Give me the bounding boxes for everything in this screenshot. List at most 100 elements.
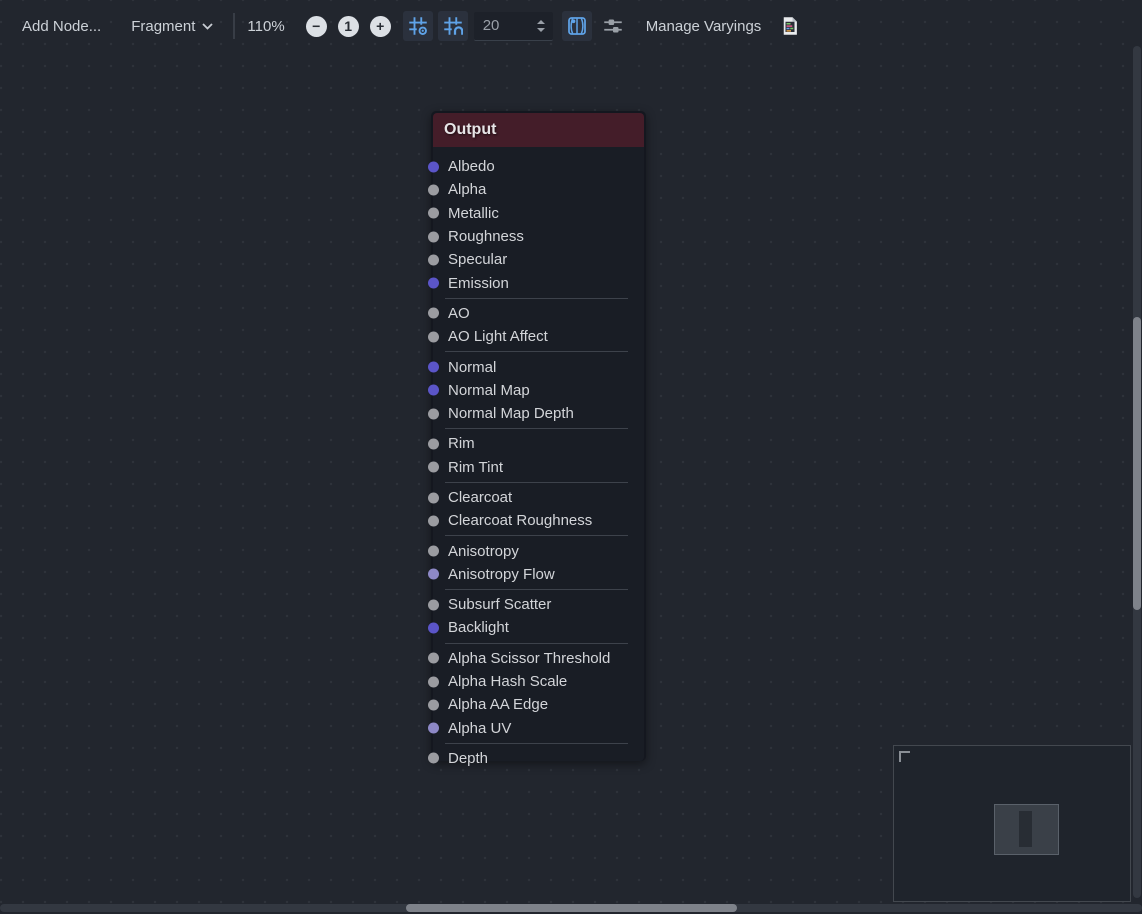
horizontal-scrollbar-thumb[interactable] [406, 904, 737, 912]
port-dot-normal-map[interactable] [428, 385, 439, 396]
port-label: Specular [448, 251, 507, 268]
port-dot-clearcoat-roughness[interactable] [428, 515, 439, 526]
minimap-node-rect [1019, 811, 1032, 847]
port-label: Depth [448, 750, 488, 767]
snap-grid-button[interactable] [438, 11, 468, 41]
horizontal-scrollbar[interactable] [0, 904, 1142, 912]
port-group-separator [445, 643, 628, 644]
port-dot-alpha-uv[interactable] [428, 723, 439, 734]
port-dot-normal-map-depth[interactable] [428, 408, 439, 419]
output-port-row: Metallic [433, 202, 644, 225]
arrange-nodes-icon [603, 16, 623, 36]
port-dot-anisotropy-flow[interactable] [428, 569, 439, 580]
port-dot-alpha[interactable] [428, 184, 439, 195]
port-label: AO Light Affect [448, 328, 548, 345]
grid-settings-button[interactable] [403, 11, 433, 41]
port-label: Clearcoat [448, 489, 512, 506]
zoom-level-label: 110% [247, 18, 284, 35]
output-port-row: Alpha AA Edge [433, 693, 644, 716]
output-node[interactable]: Output Albedo Alpha Metallic Roughness Specu… [431, 111, 646, 761]
port-label: Alpha Hash Scale [448, 673, 567, 690]
port-label: Clearcoat Roughness [448, 512, 592, 529]
node-title: Output [433, 121, 496, 139]
preview-sphere-icon [567, 16, 587, 36]
add-node-button[interactable]: Add Node... [14, 12, 109, 41]
zoom-reset-icon[interactable]: 1 [338, 16, 359, 37]
output-port-row: Backlight [433, 616, 644, 639]
output-port-row: Alpha [433, 178, 644, 201]
port-dot-clearcoat[interactable] [428, 492, 439, 503]
port-dot-specular[interactable] [428, 254, 439, 265]
port-label: Normal [448, 359, 496, 376]
port-dot-ao[interactable] [428, 308, 439, 319]
port-dot-ao-light-affect[interactable] [428, 331, 439, 342]
port-dot-depth[interactable] [428, 753, 439, 764]
output-port-row: Normal Map [433, 379, 644, 402]
spinner-icon[interactable] [535, 18, 547, 34]
port-label: Alpha AA Edge [448, 696, 548, 713]
output-port-row: AO Light Affect [433, 325, 644, 348]
shader-file-button[interactable] [775, 11, 805, 41]
port-label: Rim Tint [448, 459, 503, 476]
port-label: Metallic [448, 205, 499, 222]
minimap-resizer-icon[interactable] [899, 751, 910, 762]
port-label: Backlight [448, 619, 509, 636]
output-node-header[interactable]: Output [433, 113, 644, 147]
port-label: Albedo [448, 158, 495, 175]
port-dot-emission[interactable] [428, 278, 439, 289]
output-port-row: AO [433, 302, 644, 325]
port-label: Subsurf Scatter [448, 596, 551, 613]
shader-stage-dropdown[interactable]: Fragment [123, 12, 221, 41]
port-dot-backlight[interactable] [428, 622, 439, 633]
port-dot-alpha-hash-scale[interactable] [428, 676, 439, 687]
port-label: Roughness [448, 228, 524, 245]
vertical-scrollbar[interactable] [1133, 46, 1141, 898]
graph-minimap[interactable] [893, 745, 1131, 902]
port-group-separator [445, 428, 628, 429]
port-label: Normal Map [448, 382, 530, 399]
port-dot-anisotropy[interactable] [428, 546, 439, 557]
output-port-row: Rim Tint [433, 456, 644, 479]
output-port-row: Anisotropy Flow [433, 563, 644, 586]
port-label: Alpha Scissor Threshold [448, 650, 610, 667]
output-port-row: Normal Map Depth [433, 402, 644, 425]
port-dot-metallic[interactable] [428, 208, 439, 219]
port-label: Rim [448, 435, 475, 452]
zoom-out-icon[interactable]: − [306, 16, 327, 37]
preview-sphere-button[interactable] [562, 11, 592, 41]
output-port-row: Anisotropy [433, 539, 644, 562]
port-label: Alpha [448, 181, 486, 198]
output-port-row: Alpha UV [433, 717, 644, 740]
port-dot-rim-tint[interactable] [428, 462, 439, 473]
port-dot-subsurf-scatter[interactable] [428, 599, 439, 610]
port-dot-alpha-scissor-threshold[interactable] [428, 653, 439, 664]
port-label: Emission [448, 275, 509, 292]
snap-distance-value: 20 [483, 17, 500, 34]
port-dot-albedo[interactable] [428, 161, 439, 172]
port-group-separator [445, 351, 628, 352]
port-dot-alpha-aa-edge[interactable] [428, 699, 439, 710]
port-label: Alpha UV [448, 720, 511, 737]
port-label: Normal Map Depth [448, 405, 574, 422]
output-port-row: Subsurf Scatter [433, 593, 644, 616]
snap-grid-icon [443, 16, 463, 36]
output-port-row: Normal [433, 355, 644, 378]
vertical-scrollbar-thumb[interactable] [1133, 317, 1141, 610]
output-port-row: Alpha Scissor Threshold [433, 647, 644, 670]
zoom-in-icon[interactable]: + [370, 16, 391, 37]
output-port-row: Alpha Hash Scale [433, 670, 644, 693]
minimap-camera-rect[interactable] [994, 804, 1059, 855]
snap-distance-input[interactable]: 20 [474, 12, 553, 41]
output-port-row: Clearcoat [433, 486, 644, 509]
port-dot-rim[interactable] [428, 438, 439, 449]
port-dot-roughness[interactable] [428, 231, 439, 242]
output-port-row: Emission [433, 271, 644, 294]
port-group-separator [445, 535, 628, 536]
port-label: Anisotropy [448, 543, 519, 560]
port-group-separator [445, 482, 628, 483]
shader-editor-toolbar: Add Node... Fragment 110% − 1 + 20 [14, 8, 805, 44]
arrange-nodes-button[interactable] [598, 11, 628, 41]
port-dot-normal[interactable] [428, 362, 439, 373]
manage-varyings-button[interactable]: Manage Varyings [638, 12, 770, 41]
output-port-row: Clearcoat Roughness [433, 509, 644, 532]
